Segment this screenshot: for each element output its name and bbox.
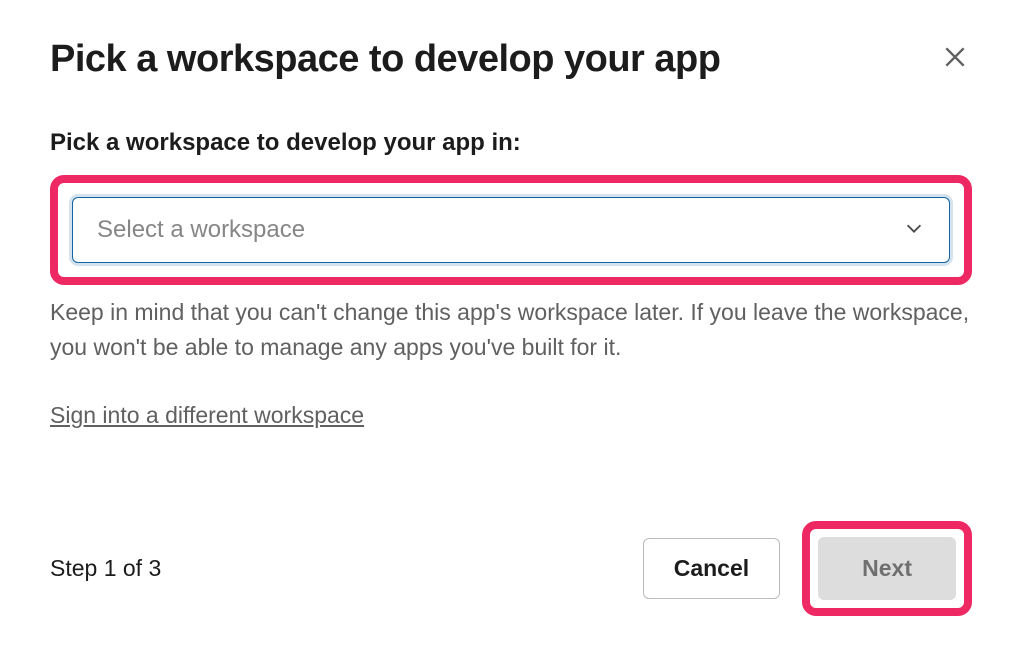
next-button-highlight: Next (802, 521, 972, 616)
workspace-select[interactable]: Select a workspace (72, 197, 950, 263)
close-icon[interactable] (938, 40, 972, 79)
cancel-button[interactable]: Cancel (643, 538, 780, 599)
next-button[interactable]: Next (818, 537, 956, 600)
workspace-helper-text: Keep in mind that you can't change this … (50, 295, 972, 364)
step-indicator: Step 1 of 3 (50, 555, 161, 582)
workspace-select-placeholder: Select a workspace (97, 216, 903, 244)
workspace-select-highlight: Select a workspace (50, 175, 972, 285)
dialog-footer: Step 1 of 3 Cancel Next (50, 521, 972, 616)
footer-buttons: Cancel Next (643, 521, 972, 616)
workspace-select-label: Pick a workspace to develop your app in: (50, 129, 972, 157)
dialog-header: Pick a workspace to develop your app (50, 38, 972, 81)
signin-different-workspace-link[interactable]: Sign into a different workspace (50, 402, 364, 429)
chevron-down-icon (903, 217, 925, 244)
dialog-title: Pick a workspace to develop your app (50, 38, 720, 81)
